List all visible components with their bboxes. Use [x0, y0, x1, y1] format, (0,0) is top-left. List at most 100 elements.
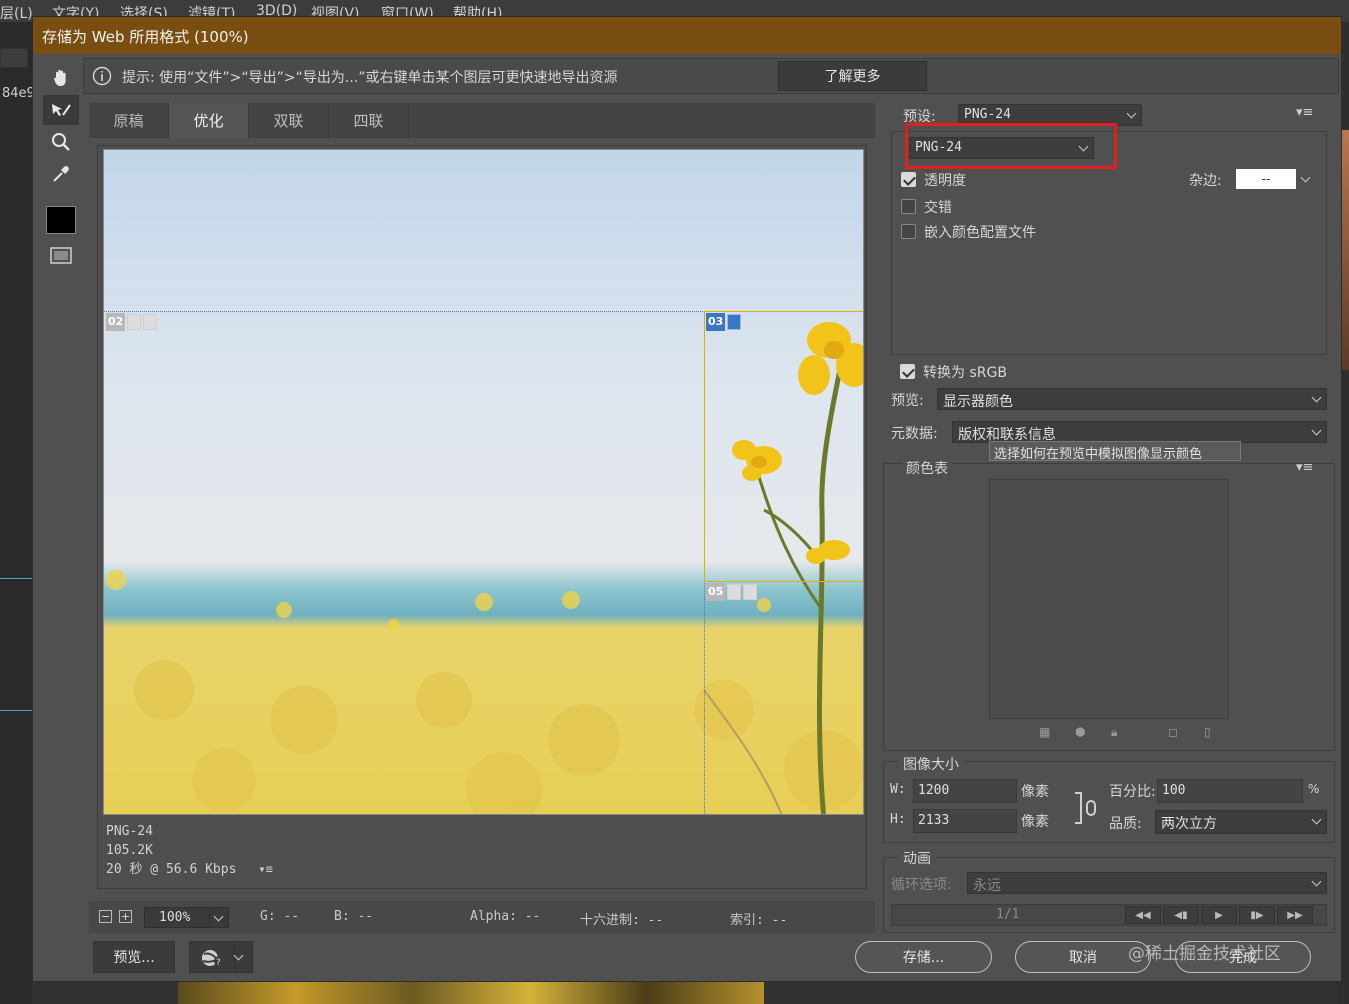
embed-profile-label: 嵌入颜色配置文件: [924, 225, 1036, 241]
download-rate-menu-icon[interactable]: ▾≡: [258, 862, 272, 876]
color-table-label: 颜色表: [902, 458, 952, 478]
slice-badge-03[interactable]: 03: [706, 313, 742, 331]
tab-original[interactable]: 原稿: [89, 103, 169, 138]
hint-text: 提示: 使用“文件”>“导出”>“导出为...”或右键单击某个图层可更快速地导出…: [122, 70, 618, 86]
eyedropper-tool[interactable]: [43, 159, 79, 189]
preview-pane[interactable]: 02 03 05 PNG-24 105.2K 20 秒 @ 56.6 Kbps ▾…: [97, 145, 867, 889]
hand-tool[interactable]: [43, 63, 79, 93]
quality-value: 两次立方: [1161, 816, 1217, 832]
convert-srgb-checkbox[interactable]: [900, 364, 915, 379]
zoom-value: 100%: [159, 910, 191, 925]
play-button[interactable]: ▶: [1201, 906, 1237, 924]
slice-badge-05[interactable]: 05: [706, 583, 758, 601]
eyedropper-color-swatch[interactable]: [46, 206, 76, 234]
green-value: G: --: [260, 909, 300, 924]
image-slice-icon: [127, 314, 142, 330]
zoom-tool[interactable]: [43, 127, 79, 157]
previous-frame-button[interactable]: ◀▮: [1163, 906, 1199, 924]
first-frame-button[interactable]: ◀◀: [1125, 906, 1161, 924]
slice-select-icon: [52, 104, 71, 116]
image-slice-icon: [727, 584, 742, 600]
slice-number: 03: [706, 313, 726, 331]
color-table[interactable]: [989, 479, 1229, 719]
width-input[interactable]: 1200: [913, 779, 1017, 803]
next-frame-button[interactable]: ▮▶: [1239, 906, 1275, 924]
app-dropdown[interactable]: [0, 48, 28, 68]
metadata-select[interactable]: 版权和联系信息: [952, 421, 1327, 443]
watermark: @稀土掘金技术社区: [1128, 944, 1281, 964]
hint-bar: 提示: 使用“文件”>“导出”>“导出为...”或右键单击某个图层可更快速地导出…: [83, 58, 1339, 94]
lock-icon[interactable]: 🔒︎: [1111, 725, 1125, 739]
embed-profile-checkbox[interactable]: [901, 224, 916, 239]
width-unit: 像素: [1021, 784, 1049, 800]
width-label: W:: [890, 782, 906, 797]
slice-badge-02[interactable]: 02: [106, 313, 158, 331]
toggle-slices-button[interactable]: [46, 245, 76, 267]
guide-line: [0, 710, 32, 711]
tab-optimized[interactable]: 优化: [169, 103, 249, 138]
document-tab-label[interactable]: 84e9: [2, 86, 35, 101]
learn-more-button[interactable]: 了解更多: [778, 61, 927, 91]
frame-counter: 1/1: [996, 907, 1020, 922]
browser-select-button[interactable]: ?: [189, 941, 253, 973]
last-frame-button[interactable]: ▶▶: [1277, 906, 1313, 924]
zoom-dropdown[interactable]: [209, 907, 229, 928]
menu-layer[interactable]: 层(L): [0, 3, 33, 23]
percent-unit: %: [1308, 782, 1320, 796]
browser-icon: ?: [202, 950, 224, 968]
metadata-label: 元数据:: [891, 426, 938, 442]
preview-color-select[interactable]: 显示器颜色: [937, 388, 1327, 410]
percent-input[interactable]: 100: [1157, 779, 1303, 803]
slices-visibility-icon: [50, 247, 72, 264]
matte-swatch[interactable]: --: [1236, 169, 1296, 189]
chevron-down-icon: [1300, 172, 1311, 183]
canvas-edge: [1342, 130, 1349, 370]
hex-value: 十六进制: --: [580, 913, 664, 928]
quality-select[interactable]: 两次立方: [1155, 810, 1327, 834]
new-color-icon[interactable]: ◻: [1168, 725, 1182, 739]
transparency-checkbox[interactable]: [901, 172, 916, 187]
height-unit: 像素: [1021, 814, 1049, 830]
slice-number: 05: [706, 583, 726, 601]
canvas-peek: [178, 982, 764, 1004]
chevron-down-icon: [1126, 108, 1137, 119]
status-bar: − + 100% G: -- B: -- Alpha: -- 十六进制: -- …: [89, 901, 875, 933]
svg-text:?: ?: [216, 958, 221, 968]
tooltip: 选择如何在预览中模拟图像显示颜色: [989, 441, 1241, 462]
zoom-out-button[interactable]: −: [99, 910, 112, 923]
zoom-icon: [52, 133, 70, 151]
alpha-value: Alpha: --: [470, 909, 541, 924]
index-value: 索引: --: [730, 913, 788, 928]
tab-4-up[interactable]: 四联: [329, 103, 409, 138]
dialog-titlebar[interactable]: 存储为 Web 所用格式 (100%): [33, 17, 1341, 54]
tab-2-up[interactable]: 双联: [249, 103, 329, 138]
height-label: H:: [890, 812, 906, 827]
web-snap-icon[interactable]: ▦: [1039, 725, 1053, 739]
loop-value: 永远: [973, 878, 1001, 894]
slice-select-tool[interactable]: [43, 95, 79, 125]
preview-image[interactable]: 02 03 05: [103, 149, 864, 815]
blue-value: B: --: [334, 909, 374, 924]
height-input[interactable]: 2133: [913, 809, 1017, 833]
loop-options-select[interactable]: 永远: [967, 872, 1327, 894]
highlight-annotation: [905, 123, 1117, 169]
preview-button[interactable]: 预览...: [93, 941, 175, 973]
app-left-panel: 84e9: [0, 22, 35, 1004]
trash-icon[interactable]: ▯: [1204, 725, 1218, 739]
chevron-down-icon: [1311, 814, 1322, 825]
zoom-in-button[interactable]: +: [119, 910, 132, 923]
cube-icon[interactable]: ⬢: [1075, 725, 1089, 739]
selected-slice[interactable]: [704, 311, 863, 582]
optimize-menu-icon[interactable]: ▾≡: [1296, 105, 1313, 120]
quality-label: 品质:: [1109, 816, 1142, 832]
download-time-text: 20 秒 @ 56.6 Kbps ▾≡: [106, 862, 273, 877]
color-table-menu-icon[interactable]: ▾≡: [1296, 460, 1313, 475]
matte-label: 杂边:: [1189, 173, 1222, 189]
save-button[interactable]: 存储...: [855, 941, 992, 973]
link-constrain-icon[interactable]: [1073, 791, 1103, 827]
link-slice-icon: [143, 314, 158, 330]
interlaced-checkbox[interactable]: [901, 199, 916, 214]
hand-icon: [53, 69, 66, 86]
eyedropper-icon: [53, 166, 69, 182]
matte-dropdown[interactable]: [1299, 169, 1315, 189]
